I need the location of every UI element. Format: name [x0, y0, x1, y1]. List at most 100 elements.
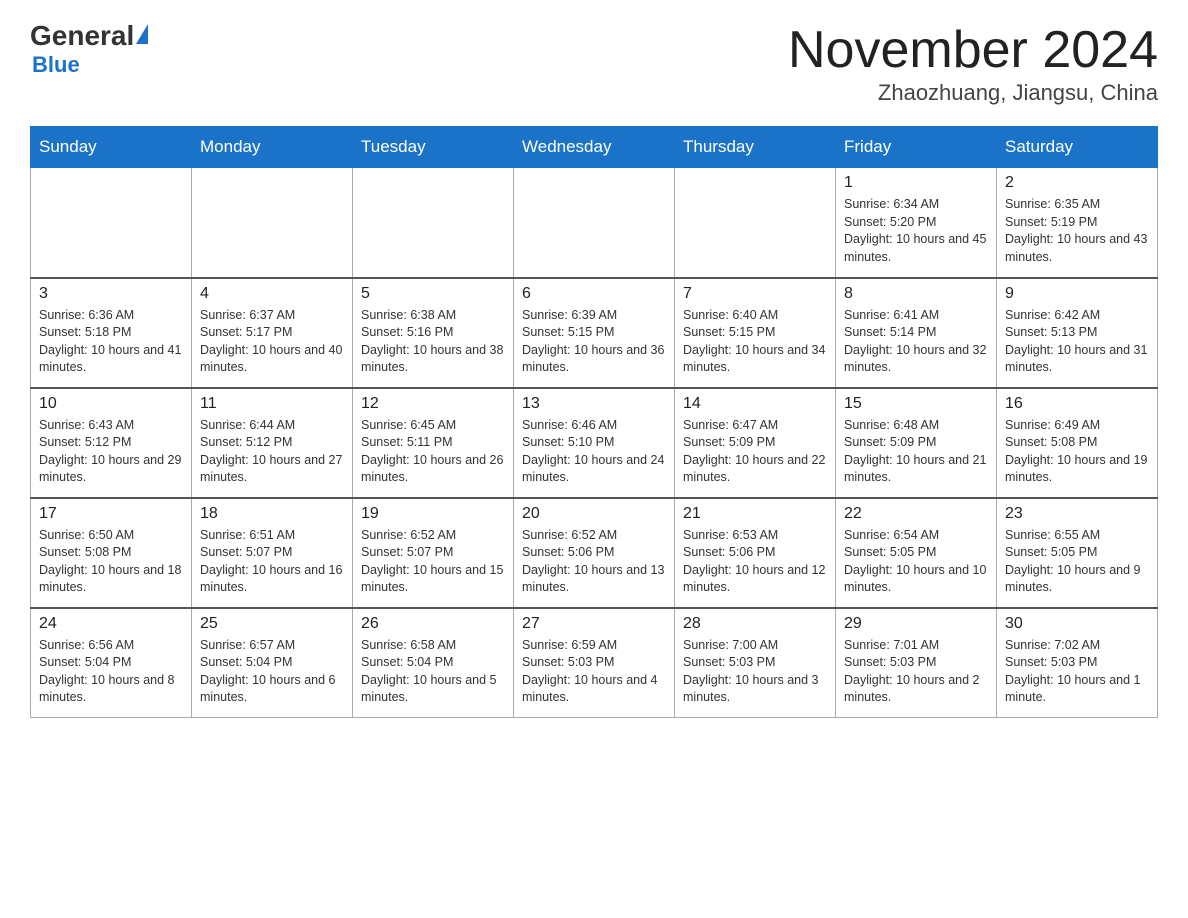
day-info: Sunrise: 6:42 AM Sunset: 5:13 PM Dayligh…	[1005, 307, 1149, 377]
day-number: 14	[683, 395, 827, 413]
logo-blue-text: Blue	[32, 52, 80, 78]
day-info: Sunrise: 6:57 AM Sunset: 5:04 PM Dayligh…	[200, 637, 344, 707]
day-info: Sunrise: 6:38 AM Sunset: 5:16 PM Dayligh…	[361, 307, 505, 377]
calendar-cell	[192, 168, 353, 278]
calendar-cell: 29 Sunrise: 7:01 AM Sunset: 5:03 PM Dayli…	[836, 608, 997, 718]
calendar-week-row: 17 Sunrise: 6:50 AM Sunset: 5:08 PM Dayli…	[31, 498, 1158, 608]
weekday-header-friday: Friday	[836, 127, 997, 168]
calendar-cell: 30 Sunrise: 7:02 AM Sunset: 5:03 PM Dayli…	[997, 608, 1158, 718]
weekday-header-monday: Monday	[192, 127, 353, 168]
day-number: 11	[200, 395, 344, 413]
day-number: 19	[361, 505, 505, 523]
day-number: 28	[683, 615, 827, 633]
day-number: 12	[361, 395, 505, 413]
calendar-cell: 12 Sunrise: 6:45 AM Sunset: 5:11 PM Dayli…	[353, 388, 514, 498]
calendar-cell: 19 Sunrise: 6:52 AM Sunset: 5:07 PM Dayli…	[353, 498, 514, 608]
calendar-cell: 9 Sunrise: 6:42 AM Sunset: 5:13 PM Daylig…	[997, 278, 1158, 388]
day-info: Sunrise: 6:39 AM Sunset: 5:15 PM Dayligh…	[522, 307, 666, 377]
calendar-cell: 11 Sunrise: 6:44 AM Sunset: 5:12 PM Dayli…	[192, 388, 353, 498]
calendar-cell: 4Sunrise: 6:37 AM Sunset: 5:17 PM Daylig…	[192, 278, 353, 388]
day-info: Sunrise: 6:46 AM Sunset: 5:10 PM Dayligh…	[522, 417, 666, 487]
day-info: Sunrise: 6:44 AM Sunset: 5:12 PM Dayligh…	[200, 417, 344, 487]
calendar-cell: 5 Sunrise: 6:38 AM Sunset: 5:16 PM Daylig…	[353, 278, 514, 388]
calendar-cell: 28Sunrise: 7:00 AM Sunset: 5:03 PM Dayli…	[675, 608, 836, 718]
calendar-cell: 17 Sunrise: 6:50 AM Sunset: 5:08 PM Dayli…	[31, 498, 192, 608]
day-number: 20	[522, 505, 666, 523]
calendar-cell: 21Sunrise: 6:53 AM Sunset: 5:06 PM Dayli…	[675, 498, 836, 608]
day-number: 2	[1005, 174, 1149, 192]
weekday-header-wednesday: Wednesday	[514, 127, 675, 168]
day-number: 18	[200, 505, 344, 523]
calendar-cell: 25 Sunrise: 6:57 AM Sunset: 5:04 PM Dayli…	[192, 608, 353, 718]
day-number: 30	[1005, 615, 1149, 633]
day-number: 21	[683, 505, 827, 523]
calendar-cell: 15Sunrise: 6:48 AM Sunset: 5:09 PM Dayli…	[836, 388, 997, 498]
day-info: Sunrise: 6:56 AM Sunset: 5:04 PM Dayligh…	[39, 637, 183, 707]
calendar-cell	[31, 168, 192, 278]
calendar-cell: 26 Sunrise: 6:58 AM Sunset: 5:04 PM Dayli…	[353, 608, 514, 718]
day-info: Sunrise: 6:58 AM Sunset: 5:04 PM Dayligh…	[361, 637, 505, 707]
day-info: Sunrise: 6:49 AM Sunset: 5:08 PM Dayligh…	[1005, 417, 1149, 487]
day-info: Sunrise: 7:01 AM Sunset: 5:03 PM Dayligh…	[844, 637, 988, 707]
day-info: Sunrise: 6:52 AM Sunset: 5:06 PM Dayligh…	[522, 527, 666, 597]
calendar-cell: 27 Sunrise: 6:59 AM Sunset: 5:03 PM Dayli…	[514, 608, 675, 718]
day-info: Sunrise: 6:40 AM Sunset: 5:15 PM Dayligh…	[683, 307, 827, 377]
weekday-header-saturday: Saturday	[997, 127, 1158, 168]
day-info: Sunrise: 6:45 AM Sunset: 5:11 PM Dayligh…	[361, 417, 505, 487]
day-info: Sunrise: 6:59 AM Sunset: 5:03 PM Dayligh…	[522, 637, 666, 707]
calendar-cell: 18 Sunrise: 6:51 AM Sunset: 5:07 PM Dayli…	[192, 498, 353, 608]
day-number: 9	[1005, 285, 1149, 303]
logo-triangle-icon	[136, 24, 148, 44]
weekday-header-tuesday: Tuesday	[353, 127, 514, 168]
day-number: 1	[844, 174, 988, 192]
day-info: Sunrise: 7:02 AM Sunset: 5:03 PM Dayligh…	[1005, 637, 1149, 707]
calendar-cell: 13 Sunrise: 6:46 AM Sunset: 5:10 PM Dayli…	[514, 388, 675, 498]
calendar-cell	[675, 168, 836, 278]
calendar-week-row: 1Sunrise: 6:34 AM Sunset: 5:20 PM Daylig…	[31, 168, 1158, 278]
day-number: 27	[522, 615, 666, 633]
weekday-header-sunday: Sunday	[31, 127, 192, 168]
day-info: Sunrise: 6:55 AM Sunset: 5:05 PM Dayligh…	[1005, 527, 1149, 597]
weekday-header-row: SundayMondayTuesdayWednesdayThursdayFrid…	[31, 127, 1158, 168]
location-text: Zhaozhuang, Jiangsu, China	[788, 80, 1158, 106]
day-info: Sunrise: 6:43 AM Sunset: 5:12 PM Dayligh…	[39, 417, 183, 487]
day-number: 29	[844, 615, 988, 633]
calendar-cell: 1Sunrise: 6:34 AM Sunset: 5:20 PM Daylig…	[836, 168, 997, 278]
calendar-cell: 10Sunrise: 6:43 AM Sunset: 5:12 PM Dayli…	[31, 388, 192, 498]
day-info: Sunrise: 6:50 AM Sunset: 5:08 PM Dayligh…	[39, 527, 183, 597]
day-info: Sunrise: 6:48 AM Sunset: 5:09 PM Dayligh…	[844, 417, 988, 487]
day-info: Sunrise: 6:54 AM Sunset: 5:05 PM Dayligh…	[844, 527, 988, 597]
calendar-cell: 14 Sunrise: 6:47 AM Sunset: 5:09 PM Dayli…	[675, 388, 836, 498]
title-block: November 2024 Zhaozhuang, Jiangsu, China	[788, 20, 1158, 106]
day-number: 26	[361, 615, 505, 633]
page-header: General Blue November 2024 Zhaozhuang, J…	[30, 20, 1158, 106]
day-info: Sunrise: 6:36 AM Sunset: 5:18 PM Dayligh…	[39, 307, 183, 377]
calendar-cell: 6 Sunrise: 6:39 AM Sunset: 5:15 PM Daylig…	[514, 278, 675, 388]
day-info: Sunrise: 6:47 AM Sunset: 5:09 PM Dayligh…	[683, 417, 827, 487]
calendar-table: SundayMondayTuesdayWednesdayThursdayFrid…	[30, 126, 1158, 718]
day-number: 6	[522, 285, 666, 303]
day-number: 16	[1005, 395, 1149, 413]
logo: General Blue	[30, 20, 148, 78]
calendar-cell: 20 Sunrise: 6:52 AM Sunset: 5:06 PM Dayli…	[514, 498, 675, 608]
day-number: 25	[200, 615, 344, 633]
calendar-cell: 3Sunrise: 6:36 AM Sunset: 5:18 PM Daylig…	[31, 278, 192, 388]
calendar-week-row: 24Sunrise: 6:56 AM Sunset: 5:04 PM Dayli…	[31, 608, 1158, 718]
day-number: 13	[522, 395, 666, 413]
day-number: 5	[361, 285, 505, 303]
calendar-cell	[514, 168, 675, 278]
day-number: 7	[683, 285, 827, 303]
calendar-cell: 16 Sunrise: 6:49 AM Sunset: 5:08 PM Dayli…	[997, 388, 1158, 498]
calendar-week-row: 10Sunrise: 6:43 AM Sunset: 5:12 PM Dayli…	[31, 388, 1158, 498]
calendar-cell: 24Sunrise: 6:56 AM Sunset: 5:04 PM Dayli…	[31, 608, 192, 718]
day-number: 22	[844, 505, 988, 523]
day-number: 17	[39, 505, 183, 523]
day-number: 4	[200, 285, 344, 303]
day-info: Sunrise: 6:41 AM Sunset: 5:14 PM Dayligh…	[844, 307, 988, 377]
calendar-cell: 8Sunrise: 6:41 AM Sunset: 5:14 PM Daylig…	[836, 278, 997, 388]
month-title: November 2024	[788, 20, 1158, 80]
weekday-header-thursday: Thursday	[675, 127, 836, 168]
day-info: Sunrise: 6:35 AM Sunset: 5:19 PM Dayligh…	[1005, 196, 1149, 266]
day-info: Sunrise: 6:51 AM Sunset: 5:07 PM Dayligh…	[200, 527, 344, 597]
day-info: Sunrise: 6:52 AM Sunset: 5:07 PM Dayligh…	[361, 527, 505, 597]
